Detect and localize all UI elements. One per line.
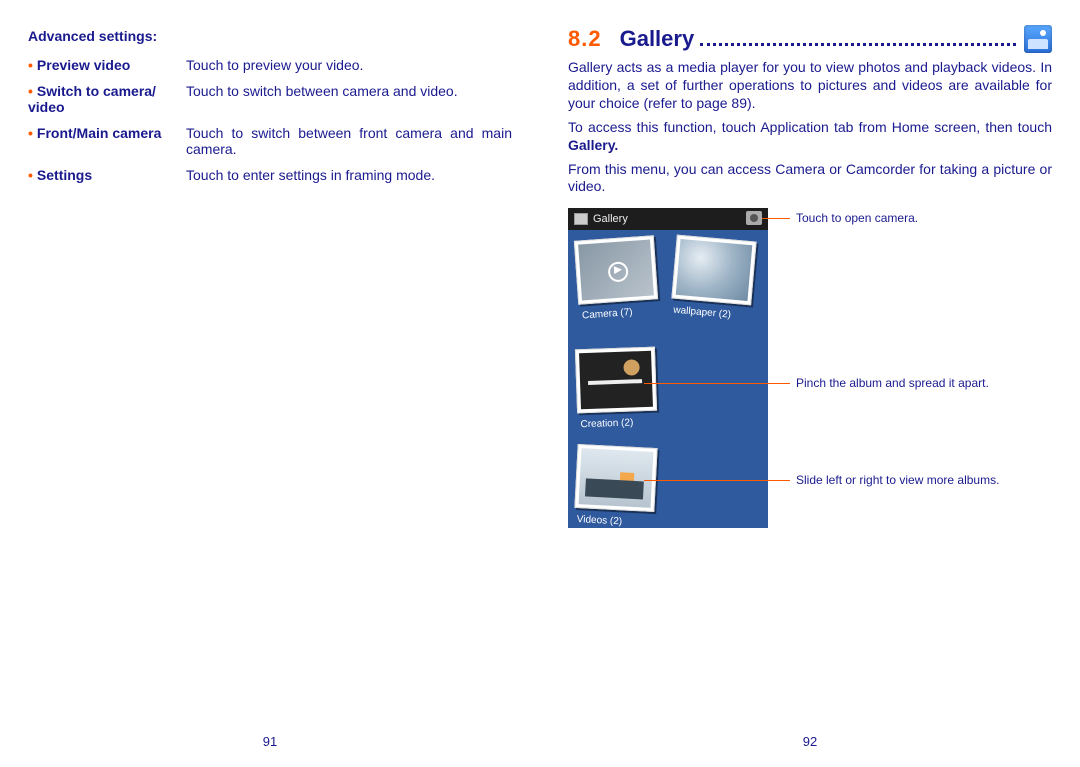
callout-text: Pinch the album and spread it apart. xyxy=(796,376,1056,390)
album-thumb xyxy=(579,351,653,409)
callout-line xyxy=(644,383,790,384)
page-number-right: 92 xyxy=(540,734,1080,749)
gallery-app-icon xyxy=(1024,25,1052,53)
album-label: wallpaper (2) xyxy=(671,305,752,323)
table-row: •Settings Touch to enter settings in fra… xyxy=(28,162,512,188)
setting-label: Front/Main camera xyxy=(37,125,161,141)
table-row: •Switch to camera/ video Touch to switch… xyxy=(28,78,512,120)
album-videos: Videos (2) xyxy=(574,444,657,512)
album-label: Creation (2) xyxy=(578,417,658,431)
setting-label: Preview video xyxy=(37,57,130,73)
gallery-screenshot-area: Gallery Camera (7) wallpaper (2) Creatio… xyxy=(568,208,1052,538)
setting-label: Settings xyxy=(37,167,92,183)
section-heading-row: 8.2 Gallery xyxy=(568,25,1052,53)
setting-desc: Touch to switch between front camera and… xyxy=(186,120,512,162)
table-row: •Preview video Touch to preview your vid… xyxy=(28,52,512,78)
page-92: 8.2 Gallery Gallery acts as a media play… xyxy=(540,0,1080,767)
album-thumb xyxy=(578,240,654,301)
callout-line xyxy=(644,480,790,481)
paragraph: Gallery acts as a media player for you t… xyxy=(568,59,1052,113)
section-number: 8.2 xyxy=(568,26,602,52)
album-creation: Creation (2) xyxy=(575,347,657,414)
album-wallpaper: wallpaper (2) xyxy=(671,235,756,306)
advanced-settings-heading: Advanced settings: xyxy=(28,28,512,44)
page-91: Advanced settings: •Preview video Touch … xyxy=(0,0,540,767)
album-thumb xyxy=(676,239,753,301)
album-label: Camera (7) xyxy=(580,305,661,322)
leader-dots xyxy=(700,32,1016,46)
paragraph: From this menu, you can access Camera or… xyxy=(568,161,1052,197)
callout-text: Touch to open camera. xyxy=(796,211,1056,225)
camera-icon xyxy=(746,211,762,225)
album-thumb xyxy=(579,448,654,508)
setting-desc: Touch to enter settings in framing mode. xyxy=(186,162,512,188)
album-label: Videos (2) xyxy=(574,514,654,528)
advanced-settings-table: •Preview video Touch to preview your vid… xyxy=(28,52,512,188)
album-camera: Camera (7) xyxy=(574,236,658,305)
table-row: •Front/Main camera Touch to switch betwe… xyxy=(28,120,512,162)
gallery-icon xyxy=(574,213,588,225)
callout-text: Slide left or right to view more albums. xyxy=(796,473,1056,487)
setting-desc: Touch to switch between camera and video… xyxy=(186,78,512,120)
page-number-left: 91 xyxy=(0,734,540,749)
setting-desc: Touch to preview your video. xyxy=(186,52,512,78)
callout-line xyxy=(762,218,790,219)
gallery-screenshot-header: Gallery xyxy=(568,208,768,230)
section-title: Gallery xyxy=(620,26,695,52)
paragraph: To access this function, touch Applicati… xyxy=(568,119,1052,155)
setting-label: Switch to camera/ video xyxy=(28,83,156,115)
gallery-header-label: Gallery xyxy=(593,213,628,225)
